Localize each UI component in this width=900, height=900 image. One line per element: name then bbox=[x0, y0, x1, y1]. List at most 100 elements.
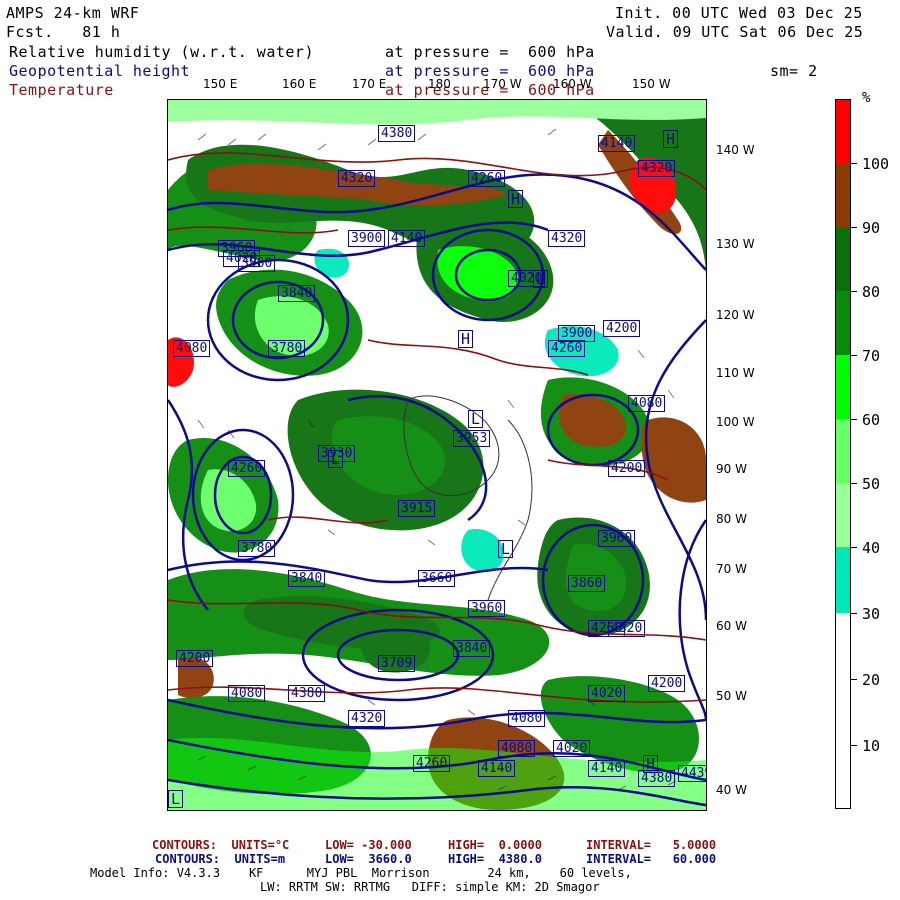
field-temp-label: Temperature bbox=[9, 81, 114, 99]
height-contour-label: 4320 bbox=[348, 710, 386, 727]
valid-time: Valid. 09 UTC Sat 06 Dec 25 bbox=[606, 23, 864, 41]
height-contour-label: 4200 bbox=[648, 675, 686, 692]
colorbar-seg-white bbox=[835, 613, 851, 809]
lat-label: 50 W bbox=[716, 689, 747, 703]
weather-map: 4380 4320 4260 4140 4020 3960 3900 3840 3780 3960… bbox=[167, 99, 707, 811]
height-contour-label: 3660 bbox=[418, 570, 456, 587]
high-pressure-symbol: H bbox=[663, 130, 679, 148]
height-contour-label: 4439 bbox=[678, 765, 706, 782]
lon-label: 150 E bbox=[203, 77, 238, 91]
colorbar-seg-lightgreen bbox=[835, 419, 851, 483]
lon-label: 160 E bbox=[282, 77, 317, 91]
lon-label: 170 W bbox=[483, 77, 522, 91]
footer-height-low: LOW= 3660.0 bbox=[325, 852, 412, 866]
colorbar-label: 90 bbox=[862, 219, 881, 237]
footer-physics-info: LW: RRTM SW: RRTMG DIFF: simple KM: 2D S… bbox=[260, 880, 600, 894]
colorbar-label: 50 bbox=[862, 475, 881, 493]
lon-label: 150 W bbox=[632, 77, 671, 91]
colorbar-seg-brown bbox=[835, 163, 851, 227]
colorbar-label: 80 bbox=[862, 283, 881, 301]
footer-temp-high: HIGH= 0.0000 bbox=[448, 838, 542, 852]
high-pressure-symbol: H bbox=[508, 190, 524, 208]
height-contour-label: 3900 bbox=[558, 325, 596, 342]
height-contour-label: 3960 bbox=[218, 240, 256, 257]
lat-label: 90 W bbox=[716, 462, 747, 476]
lat-label: 140 W bbox=[716, 143, 755, 157]
height-contour-label: 3840 bbox=[278, 285, 316, 302]
model-title: AMPS 24-km WRF bbox=[6, 4, 140, 22]
lat-label: 100 W bbox=[716, 415, 755, 429]
colorbar-tick bbox=[851, 745, 857, 746]
colorbar-label: 20 bbox=[862, 671, 881, 689]
height-contour-label: 4140 bbox=[388, 230, 426, 247]
colorbar-seg-palegreen bbox=[835, 483, 851, 547]
height-contour-label: 4080 bbox=[173, 340, 211, 357]
low-pressure-symbol: L bbox=[328, 450, 344, 468]
footer-height-label: CONTOURS: UNITS=m bbox=[155, 852, 286, 866]
height-contour-label: 4080 bbox=[508, 710, 546, 727]
footer-height-interval: INTERVAL= 60.000 bbox=[586, 852, 717, 866]
height-contour-label: 3900 bbox=[348, 230, 386, 247]
height-contour-label: 4260 bbox=[468, 170, 506, 187]
footer-temp-low: LOW= -30.000 bbox=[325, 838, 412, 852]
lon-label: 180 bbox=[428, 77, 451, 91]
colorbar-seg-cyan bbox=[835, 547, 851, 613]
lat-label: 120 W bbox=[716, 308, 755, 322]
low-pressure-symbol: L bbox=[168, 790, 184, 808]
colorbar-tick bbox=[851, 613, 857, 614]
height-contour-label: 3960 bbox=[598, 530, 636, 547]
colorbar-label: 60 bbox=[862, 411, 881, 429]
colorbar-tick bbox=[851, 483, 857, 484]
height-contour-label: 3780 bbox=[238, 540, 276, 557]
height-contour-label: 4260 bbox=[548, 340, 586, 357]
footer-temp-label: CONTOURS: UNITS=°C bbox=[152, 838, 290, 852]
lat-label: 60 W bbox=[716, 619, 747, 633]
high-pressure-symbol: H bbox=[643, 755, 659, 773]
height-contour-label: 3953 bbox=[453, 430, 491, 447]
height-contour-label: 4380 bbox=[378, 125, 416, 142]
lat-label: 110 W bbox=[716, 366, 755, 380]
field-height-label: Geopotential height bbox=[9, 62, 191, 80]
footer-height-high: HIGH= 4380.0 bbox=[448, 852, 542, 866]
low-pressure-symbol: L bbox=[468, 410, 484, 428]
height-contour-label: 4320 bbox=[608, 620, 646, 637]
height-contour-label: 4020 bbox=[553, 740, 591, 757]
colorbar-tick bbox=[851, 547, 857, 548]
smoothing-label: sm= 2 bbox=[770, 62, 818, 80]
height-contour-label: 4140 bbox=[588, 760, 626, 777]
colorbar-seg-green bbox=[835, 291, 851, 355]
lat-label: 70 W bbox=[716, 562, 747, 576]
colorbar-unit: % bbox=[862, 90, 871, 106]
height-contour-label: 3780 bbox=[268, 340, 306, 357]
height-contour-label: 4260 bbox=[228, 460, 266, 477]
height-contour-label: 3960 bbox=[238, 255, 276, 272]
map-svg bbox=[168, 100, 706, 810]
low-pressure-symbol: L bbox=[498, 540, 514, 558]
colorbar-seg-darkgreen bbox=[835, 227, 851, 291]
height-contour-label: 4200 bbox=[608, 460, 646, 477]
height-contour-label: 4320 bbox=[548, 230, 586, 247]
height-contour-label: 3860 bbox=[568, 575, 606, 592]
height-contour-label: 4080 bbox=[228, 685, 266, 702]
height-contour-label: 3840 bbox=[288, 570, 326, 587]
height-contour-label: 3915 bbox=[398, 500, 436, 517]
height-contour-label: 4320 bbox=[638, 160, 676, 177]
high-pressure-symbol: H bbox=[458, 330, 474, 348]
colorbar-tick bbox=[851, 227, 857, 228]
height-contour-label: 4320 bbox=[338, 170, 376, 187]
colorbar-label: 40 bbox=[862, 539, 881, 557]
colorbar-seg-red bbox=[835, 99, 851, 163]
footer-temp-interval: INTERVAL= 5.0000 bbox=[586, 838, 717, 852]
colorbar-tick bbox=[851, 291, 857, 292]
colorbar-label: 10 bbox=[862, 737, 881, 755]
low-pressure-symbol: L bbox=[533, 270, 549, 288]
lon-label: 170 E bbox=[352, 77, 387, 91]
lat-label: 80 W bbox=[716, 512, 747, 526]
colorbar-label: 100 bbox=[862, 155, 890, 173]
colorbar-seg-brightgreen bbox=[835, 355, 851, 419]
height-contour-label: 3960 bbox=[468, 600, 506, 617]
colorbar-tick bbox=[851, 679, 857, 680]
lon-label: 160 W bbox=[553, 77, 592, 91]
footer-model-info: Model Info: V4.3.3 KF MYJ PBL Morrison 2… bbox=[90, 866, 632, 880]
height-contour-label: 4200 bbox=[603, 320, 641, 337]
